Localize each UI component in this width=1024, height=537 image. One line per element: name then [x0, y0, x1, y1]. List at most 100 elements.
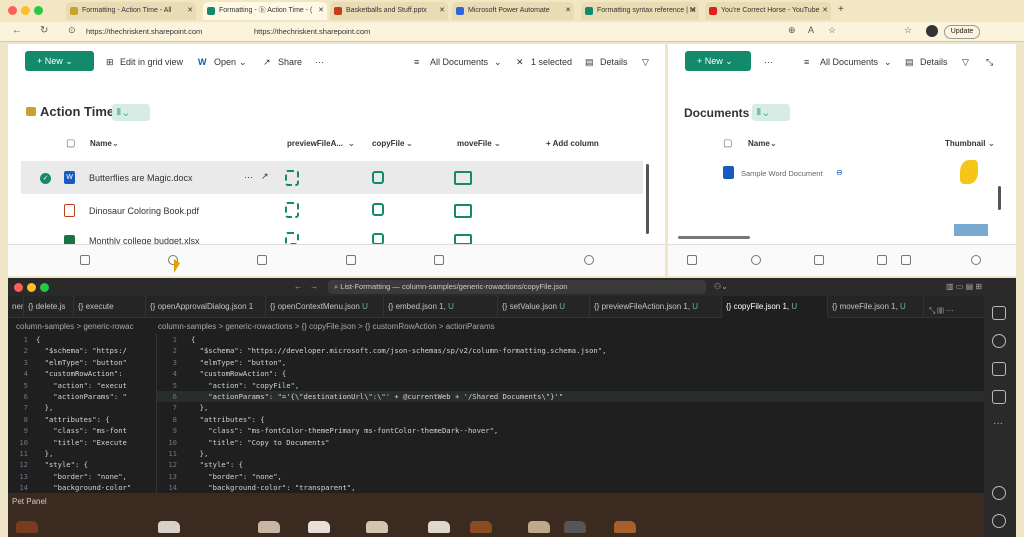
chevron-down-icon[interactable]: ⌄ — [988, 139, 995, 148]
row-file-name[interactable]: Sample Word Document — [741, 169, 823, 178]
chevron-down-icon[interactable]: ⌄ — [348, 139, 355, 148]
row-more-icon[interactable]: ··· — [244, 172, 253, 182]
code-line[interactable]: "customRowAction": — [36, 368, 131, 379]
address-left[interactable]: https://thechriskent.sharepoint.com — [86, 25, 202, 39]
forward-icon[interactable]: → — [310, 278, 318, 296]
column-header-name[interactable]: Name — [90, 139, 112, 148]
horse-pet[interactable] — [366, 521, 388, 533]
horse-pet[interactable] — [258, 521, 280, 533]
code-line[interactable]: }, — [36, 448, 131, 459]
code-line[interactable]: "$schema": "https://developer.microsoft.… — [191, 345, 607, 356]
code-line[interactable]: "actionParams": " — [36, 391, 131, 402]
copy-file-icon[interactable] — [372, 171, 384, 184]
view-selector[interactable]: All Documents — [820, 56, 878, 68]
new-button[interactable]: + New ⌄ — [25, 51, 94, 71]
code-line[interactable]: "class": "ms-font — [36, 425, 131, 436]
back-icon[interactable]: ← — [294, 278, 302, 296]
editor-tab[interactable]: {} execute — [74, 296, 146, 318]
explorer-icon[interactable] — [992, 306, 1006, 320]
code-line[interactable]: "border": "none", — [36, 471, 131, 482]
view-selector[interactable]: All Documents — [430, 56, 488, 68]
open-button[interactable]: Open — [214, 56, 236, 68]
row-file-name[interactable]: Dinosaur Coloring Book.pdf — [89, 206, 199, 216]
more-button[interactable]: ··· — [315, 56, 324, 68]
editor-tab[interactable]: {} embed.json 1, U — [384, 296, 498, 318]
left-editor[interactable]: 1 2 3 4 5 6 7 8 9 10 11 12 13 14 { "$schema": "https:… — [8, 334, 154, 494]
copilot-icon[interactable]: ⚇⌄ — [714, 278, 728, 296]
selected-check-icon[interactable]: ✓ — [40, 173, 51, 184]
zoom-icon[interactable]: ⊕ — [788, 25, 796, 36]
close-window-icon[interactable] — [14, 283, 23, 292]
add-column-button[interactable]: + Add column — [546, 139, 599, 148]
close-tab-icon[interactable]: ✕ — [690, 2, 696, 20]
list-icon[interactable] — [901, 255, 911, 265]
home-icon[interactable] — [80, 255, 90, 265]
editor-tab[interactable]: ner — [8, 296, 24, 318]
code-line[interactable]: { — [191, 334, 606, 345]
details-button[interactable]: Details — [600, 56, 628, 68]
share-button[interactable]: Share — [278, 56, 302, 68]
more-button[interactable]: ··· — [764, 56, 773, 68]
preview-file-icon[interactable] — [285, 170, 299, 186]
horizontal-scrollbar[interactable] — [678, 236, 750, 239]
code-line[interactable]: "background-color" — [36, 482, 131, 493]
editor-tab[interactable]: {} openApprovalDialog.json 1 — [146, 296, 266, 318]
filter-icon[interactable]: ▽ — [642, 56, 649, 68]
home-icon[interactable] — [687, 255, 697, 265]
avatar[interactable] — [926, 25, 938, 37]
layout-icon[interactable]: ▥ ▭ ▤ ⊞ — [946, 278, 982, 296]
close-tab-icon[interactable]: ✕ — [822, 2, 828, 20]
chevron-down-icon[interactable]: ⌄ — [494, 56, 502, 68]
browser-tab[interactable]: Formatting syntax reference | M ✕ — [581, 2, 699, 20]
minimize-window-icon[interactable] — [27, 283, 36, 292]
address-right[interactable]: https://thechriskent.sharepoint.com — [254, 25, 370, 39]
news-icon[interactable] — [257, 255, 267, 265]
add-icon[interactable] — [971, 255, 981, 265]
column-header-copyfile[interactable]: copyFile — [372, 139, 404, 148]
horse-pet[interactable] — [470, 521, 492, 533]
view-switcher-button[interactable]: ⫴ ⌄ — [112, 104, 150, 121]
editor-tab[interactable]: {} copyFile.json 1, U — [722, 296, 828, 318]
code-line[interactable]: "customRowAction": { — [191, 368, 606, 379]
browser-tab[interactable]: Basketballs and Stuff.pptx ✕ — [330, 2, 448, 20]
details-button[interactable]: Details — [920, 56, 948, 68]
edit-grid-button[interactable]: Edit in grid view — [120, 56, 183, 68]
browser-tab[interactable]: Microsoft Power Automate ✕ — [452, 2, 574, 20]
copy-file-icon[interactable] — [372, 203, 384, 216]
code-line[interactable]: "action": "copyFile", — [191, 380, 606, 391]
breadcrumb[interactable]: column-samples > generic-rowactions > {}… — [158, 320, 495, 334]
code-line[interactable]: "style": { — [36, 459, 131, 470]
code-line[interactable]: "title": "Execute — [36, 437, 131, 448]
chevron-down-icon[interactable]: ⌄ — [239, 56, 247, 68]
code-line[interactable]: "border": "none", — [191, 471, 606, 482]
vertical-scrollbar[interactable] — [646, 164, 649, 234]
read-aloud-icon[interactable]: A — [808, 25, 814, 35]
chevron-down-icon[interactable]: ⌄ — [494, 139, 501, 148]
column-header-movefile[interactable]: moveFile — [457, 139, 492, 148]
code-line[interactable]: "actionParams": "='{\"destinationUrl\":\… — [191, 391, 606, 402]
favorites-icon[interactable]: ☆ — [904, 25, 912, 36]
horse-pet[interactable] — [308, 521, 330, 533]
chevron-down-icon[interactable]: ⌄ — [406, 139, 413, 148]
clear-selection-icon[interactable]: ✕ — [516, 56, 524, 68]
new-button[interactable]: + New ⌄ — [685, 51, 751, 71]
chevron-down-icon[interactable]: ⌄ — [112, 139, 119, 148]
more-icon[interactable]: ··· — [993, 418, 1003, 429]
account-icon[interactable] — [992, 486, 1006, 500]
extensions-icon[interactable] — [992, 362, 1006, 376]
list-icon[interactable] — [434, 255, 444, 265]
code-line[interactable]: "background-color": "transparent", — [191, 482, 606, 493]
horse-pet[interactable] — [158, 521, 180, 533]
horse-pet[interactable] — [564, 521, 586, 533]
move-file-icon[interactable] — [454, 204, 472, 218]
horse-pet[interactable] — [16, 521, 38, 533]
close-window-icon[interactable] — [8, 6, 17, 15]
code-line[interactable]: "title": "Copy to Documents" — [191, 437, 606, 448]
remote-icon[interactable] — [992, 390, 1006, 404]
new-tab-button[interactable]: + — [838, 4, 844, 15]
code-line[interactable]: "$schema": "https:/ — [36, 345, 131, 356]
editor-tab[interactable]: {} setValue.json U — [498, 296, 590, 318]
code-line[interactable]: "attributes": { — [191, 414, 606, 425]
file-icon[interactable] — [346, 255, 356, 265]
code-line[interactable]: }, — [191, 402, 606, 413]
